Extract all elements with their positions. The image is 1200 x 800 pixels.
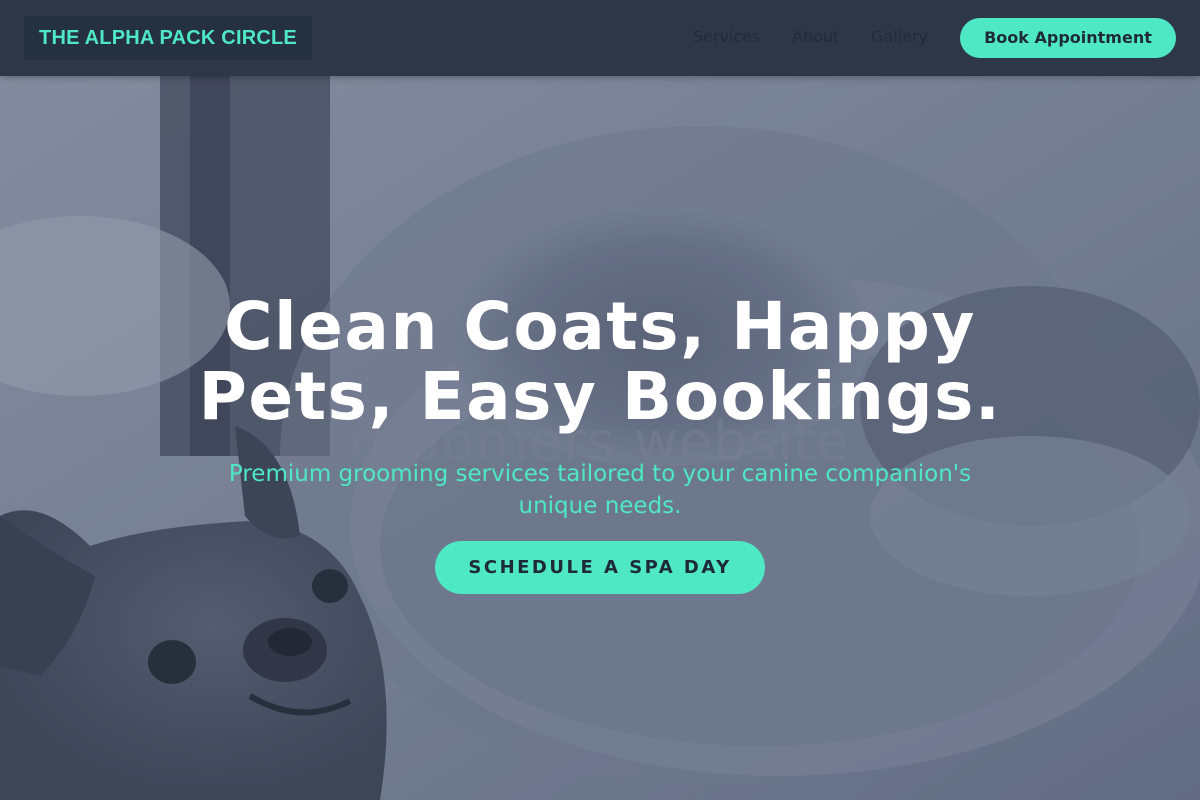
hero-headline-line2: Pets, Easy Bookings. xyxy=(198,358,1002,435)
nav-link-gallery[interactable]: Gallery xyxy=(871,26,928,48)
book-appointment-button[interactable]: Book Appointment xyxy=(960,18,1176,58)
brand-logo[interactable]: THE ALPHA PACK CIRCLE xyxy=(24,16,312,60)
site-header: THE ALPHA PACK CIRCLE Services About Gal… xyxy=(0,0,1200,76)
hero-headline: Clean Coats, Happy Pets, Easy Bookings. xyxy=(100,292,1100,432)
hero-subtext: Premium grooming services tailored to yo… xyxy=(200,458,1000,522)
hero-headline-line1: Clean Coats, Happy xyxy=(224,288,976,365)
nav-link-about[interactable]: About xyxy=(792,26,839,48)
schedule-spa-day-button[interactable]: SCHEDULE A SPA DAY xyxy=(435,541,765,594)
nav-link-services[interactable]: Services xyxy=(693,26,760,48)
hero-section: groomers.website Clean Coats, Happy Pets… xyxy=(0,76,1200,800)
hero-subtext-line2: unique needs. xyxy=(518,493,682,519)
hero-subtext-line1: Premium grooming services tailored to yo… xyxy=(228,461,972,487)
